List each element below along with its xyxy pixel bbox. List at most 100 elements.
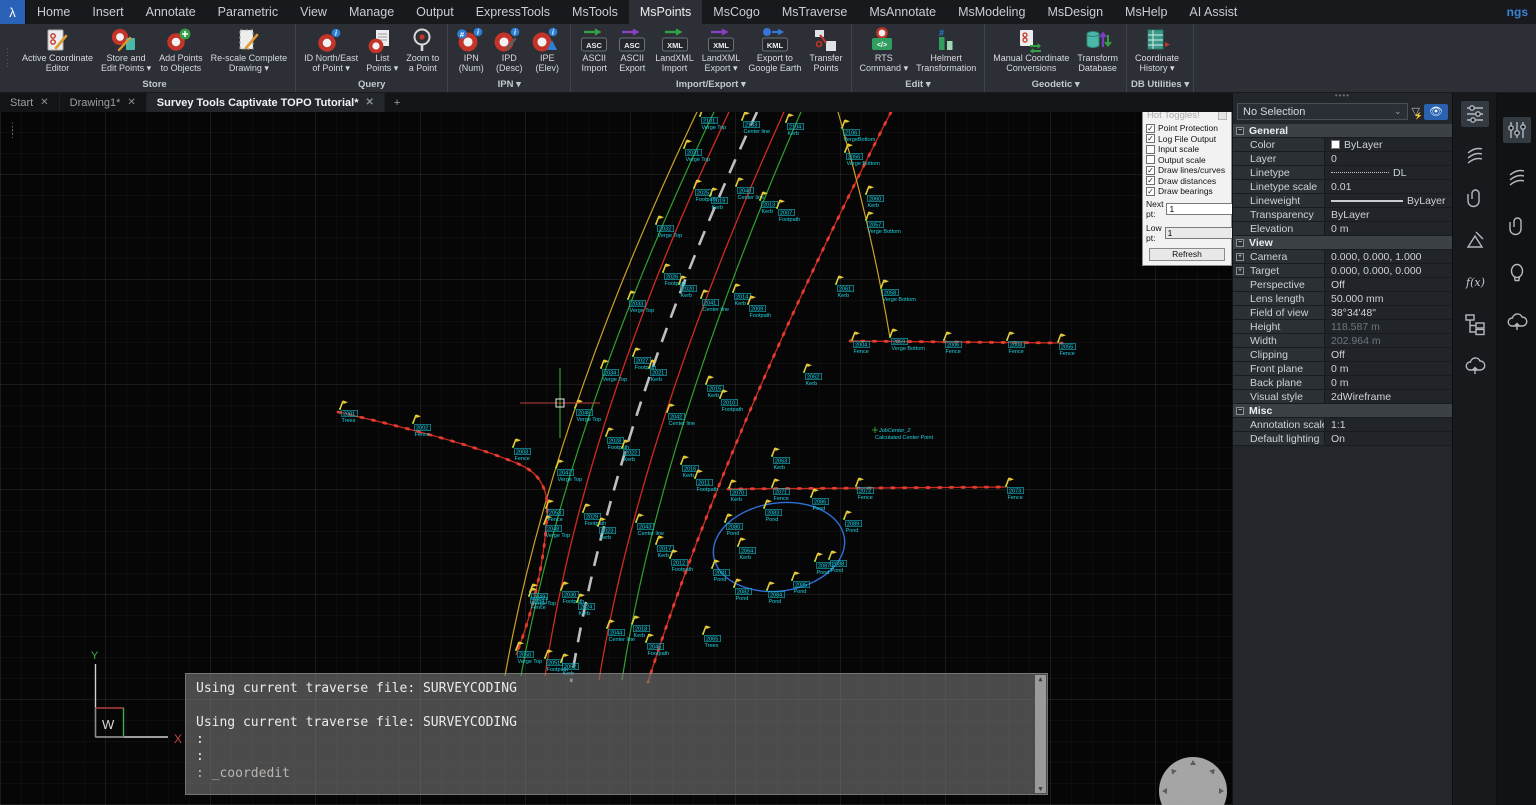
landxml-export-button[interactable]: XMLLandXMLExport ▾ xyxy=(698,26,745,74)
survey-point[interactable]: 2022Kerb xyxy=(621,439,640,463)
survey-point[interactable]: 2071Fence xyxy=(771,478,790,502)
menu-item-mspoints[interactable]: MsPoints xyxy=(629,0,702,24)
air-balloon-icon[interactable] xyxy=(1503,261,1531,287)
survey-point[interactable]: 2003Fence xyxy=(512,438,531,462)
survey-point[interactable]: 2034Verge Top xyxy=(600,359,627,383)
transform-database-button[interactable]: TransformDatabase xyxy=(1073,26,1122,74)
section-misc[interactable]: −Misc xyxy=(1233,404,1452,418)
panels-v-icon[interactable] xyxy=(1503,117,1531,143)
survey-point[interactable]: 2104Kerb xyxy=(785,113,804,137)
menu-item-annotate[interactable]: Annotate xyxy=(135,0,207,24)
survey-point[interactable]: 2057Verge Bottom xyxy=(865,211,901,235)
section-general[interactable]: −General xyxy=(1233,124,1452,138)
survey-point[interactable]: 2006Fence xyxy=(943,331,962,355)
survey-point[interactable]: 2026Footpath xyxy=(662,263,686,287)
menu-item-ai-assist[interactable]: AI Assist xyxy=(1178,0,1248,24)
menu-item-insert[interactable]: Insert xyxy=(81,0,134,24)
command-scrollbar[interactable]: ▲ ▼ xyxy=(1035,675,1046,793)
ascii-import-button[interactable]: ASCASCIIImport xyxy=(575,26,613,74)
cloud-icon[interactable] xyxy=(1461,353,1489,379)
drawing-canvas[interactable]: ⋮⋮⋮ 2101Verge Top2103Center line2104Kerb… xyxy=(0,112,1232,805)
transfer-points-button[interactable]: TransferPoints xyxy=(805,26,846,74)
visibility-toggle-button[interactable]: 👁 xyxy=(1424,104,1448,120)
checkbox[interactable]: ✓ xyxy=(1146,187,1155,196)
toggle-input-scale[interactable]: Input scale xyxy=(1143,144,1231,155)
checkbox[interactable]: ✓ xyxy=(1146,124,1155,133)
property-value[interactable]: 38°34'48" xyxy=(1331,307,1376,319)
property-value[interactable]: ByLayer xyxy=(1344,139,1383,151)
survey-line-verge-left[interactable] xyxy=(505,112,697,676)
checkbox[interactable]: ✓ xyxy=(1146,176,1155,185)
materials-icon[interactable] xyxy=(1461,227,1489,253)
new-tab-button[interactable]: + xyxy=(385,93,409,112)
survey-point[interactable]: 2043Center line xyxy=(635,513,664,537)
property-value[interactable]: ByLayer xyxy=(1331,209,1370,221)
survey-point[interactable]: 2024Kerb xyxy=(576,593,595,617)
group-label[interactable]: Store xyxy=(18,78,291,92)
menu-item-mstools[interactable]: MsTools xyxy=(561,0,629,24)
survey-point[interactable]: 2001Trees xyxy=(339,400,358,424)
group-label[interactable]: Import/Export ▾ xyxy=(575,78,846,92)
survey-point[interactable]: 2058Verge Bottom xyxy=(880,279,916,303)
rescale-complete-drawing-button[interactable]: Re-scale CompleteDrawing ▾ xyxy=(207,26,292,74)
survey-point[interactable]: 2086Pond xyxy=(810,488,829,512)
attachments-icon[interactable] xyxy=(1461,185,1489,211)
survey-point[interactable]: 2027Footpath xyxy=(632,347,656,371)
survey-point[interactable]: 2061Kerb xyxy=(835,275,854,299)
property-value[interactable]: 2dWireframe xyxy=(1331,391,1391,403)
property-value[interactable]: 0.000, 0.000, 1.000 xyxy=(1331,251,1422,263)
collapse-icon[interactable]: − xyxy=(1236,239,1244,247)
survey-point[interactable]: 2063Kerb xyxy=(771,447,790,471)
menu-item-view[interactable]: View xyxy=(289,0,338,24)
property-value[interactable]: 0 m xyxy=(1331,363,1349,375)
command-line-panel[interactable]: Using current traverse file: SURVEYCODIN… xyxy=(185,673,1048,795)
next-pt-input[interactable] xyxy=(1166,203,1232,215)
landxml-import-button[interactable]: XMLLandXMLImport xyxy=(651,26,698,74)
id-northeast-button[interactable]: iID North/Eastof Point ▾ xyxy=(300,26,362,74)
doc-tab-survey-tools-captivate-topo-tutorial[interactable]: Survey Tools Captivate TOPO Tutorial*✕ xyxy=(147,93,385,112)
property-value[interactable]: 0 xyxy=(1331,153,1337,165)
survey-point[interactable]: 2011Footpath xyxy=(694,469,718,493)
survey-point[interactable]: 2031Verge Top xyxy=(683,139,710,163)
menu-item-mstraverse[interactable]: MsTraverse xyxy=(771,0,859,24)
attachments-b-icon[interactable] xyxy=(1503,213,1531,239)
toggle-draw-lines-curves[interactable]: ✓Draw lines/curves xyxy=(1143,165,1231,176)
survey-point[interactable]: 2008Fence xyxy=(1006,331,1025,355)
survey-point[interactable]: 2088Pond xyxy=(828,550,847,574)
structure-icon[interactable] xyxy=(1461,311,1489,337)
survey-point[interactable]: 2028Footpath xyxy=(605,427,629,451)
survey-point[interactable]: 2042Center line xyxy=(666,403,695,427)
menu-item-parametric[interactable]: Parametric xyxy=(207,0,289,24)
group-label[interactable]: Geodetic ▾ xyxy=(989,78,1122,92)
survey-point[interactable]: 2047Verge Top xyxy=(555,459,582,483)
doc-tab-start[interactable]: Start✕ xyxy=(0,93,60,112)
manual-coordinate-conversions-button[interactable]: Manual CoordinateConversions xyxy=(989,26,1073,74)
group-label[interactable]: Edit ▾ xyxy=(856,78,981,92)
survey-point[interactable]: 2018Kerb xyxy=(631,615,650,639)
survey-point[interactable]: 2002Fence xyxy=(412,414,431,438)
survey-point[interactable]: 2021Kerb xyxy=(648,359,667,383)
close-icon[interactable]: ✕ xyxy=(127,97,135,108)
scroll-up-icon[interactable]: ▲ xyxy=(1038,675,1042,683)
zoom-to-point-button[interactable]: Zoom toa Point xyxy=(402,26,443,74)
section-view[interactable]: −View xyxy=(1233,236,1452,250)
survey-point[interactable]: 2032Verge Top xyxy=(655,215,682,239)
filter-icon[interactable]: ▽⚡ xyxy=(1412,105,1420,118)
menu-item-mshelp[interactable]: MsHelp xyxy=(1114,0,1178,24)
survey-point[interactable]: 2019Kerb xyxy=(709,187,728,211)
cloud-b-icon[interactable] xyxy=(1503,309,1531,335)
color-swatch[interactable] xyxy=(1331,140,1340,149)
survey-point[interactable]: 2060Kerb xyxy=(865,185,884,209)
doc-tab-drawing1[interactable]: Drawing1*✕ xyxy=(60,93,147,112)
survey-point[interactable]: 2085Pond xyxy=(791,571,810,595)
toggle-point-protection[interactable]: ✓Point Protection xyxy=(1143,123,1231,134)
export-google-earth-button[interactable]: KMLExport toGoogle Earth xyxy=(744,26,805,74)
survey-point[interactable]: 2070Kerb xyxy=(728,479,747,503)
checkbox[interactable] xyxy=(1146,145,1155,154)
toggle-draw-bearings[interactable]: ✓Draw bearings xyxy=(1143,186,1231,197)
rts-command-button[interactable]: </>RTSCommand ▾ xyxy=(856,26,913,74)
menu-item-msmodeling[interactable]: MsModeling xyxy=(947,0,1036,24)
survey-point[interactable]: 2059Verge Bottom xyxy=(889,328,925,352)
checkbox[interactable]: ✓ xyxy=(1146,166,1155,175)
survey-point[interactable]: 2007Footpath xyxy=(776,199,800,223)
